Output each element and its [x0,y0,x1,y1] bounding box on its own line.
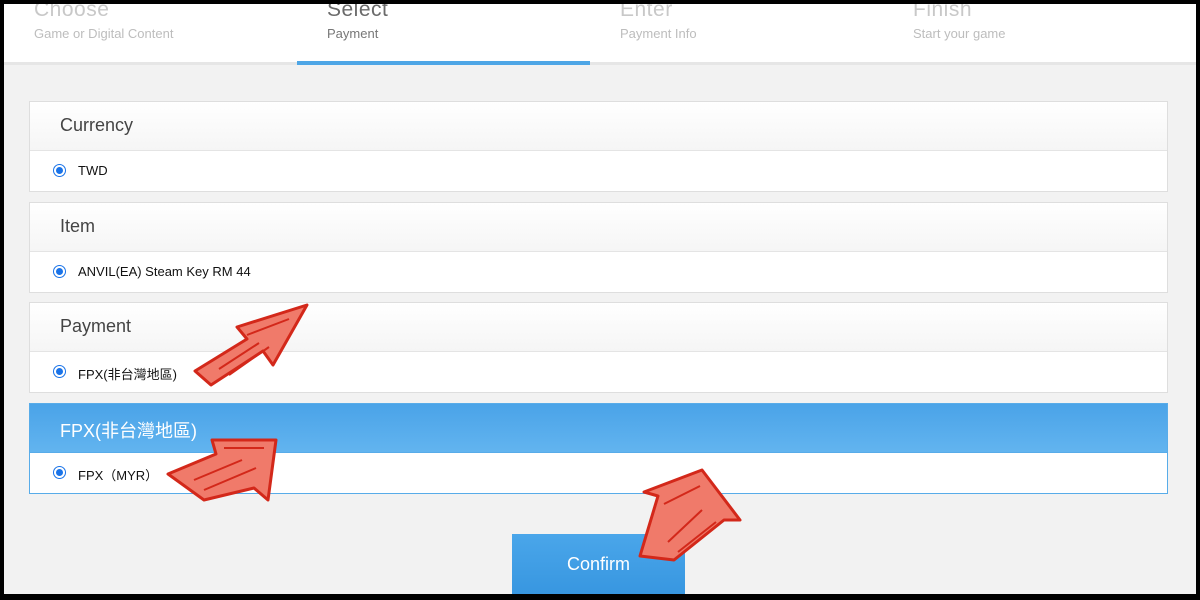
step-title: Select [327,4,389,21]
panel-header: Item [30,203,1167,252]
checkout-stepper: Choose Game or Digital Content Select Pa… [4,4,1196,65]
step-title: Finish [913,4,973,21]
currency-option[interactable]: TWD [30,151,1167,191]
item-panel: Item ANVIL(EA) Steam Key RM 44 [29,202,1168,293]
radio-button[interactable] [53,365,66,378]
page-frame: Choose Game or Digital Content Select Pa… [4,4,1196,594]
arrow-icon [193,303,309,387]
arrow-icon [638,468,742,562]
radio-button[interactable] [53,265,66,278]
step-subtitle: Payment [327,26,379,41]
step-title: Choose [34,4,110,21]
option-label: FPX（MYR） [78,468,159,483]
radio-button[interactable] [53,164,66,177]
option-label: FPX(非台灣地區) [78,367,177,382]
step-enter[interactable]: Enter Payment Info [590,4,883,62]
panel-title: Item [60,216,96,236]
panel-title: Payment [60,316,132,336]
step-title: Enter [620,4,673,21]
step-choose[interactable]: Choose Game or Digital Content [4,4,297,62]
item-option[interactable]: ANVIL(EA) Steam Key RM 44 [30,252,1167,292]
step-subtitle: Start your game [913,26,1006,41]
arrow-icon [166,438,278,502]
step-select[interactable]: Select Payment [297,4,590,65]
currency-panel: Currency TWD [29,101,1168,192]
step-subtitle: Payment Info [620,26,697,41]
panel-header: Currency [30,102,1167,151]
option-label: TWD [78,163,108,178]
step-subtitle: Game or Digital Content [34,26,174,41]
radio-button[interactable] [53,466,66,479]
option-label: ANVIL(EA) Steam Key RM 44 [78,264,251,279]
step-finish[interactable]: Finish Start your game [883,4,1176,62]
panel-title: Currency [60,115,134,135]
